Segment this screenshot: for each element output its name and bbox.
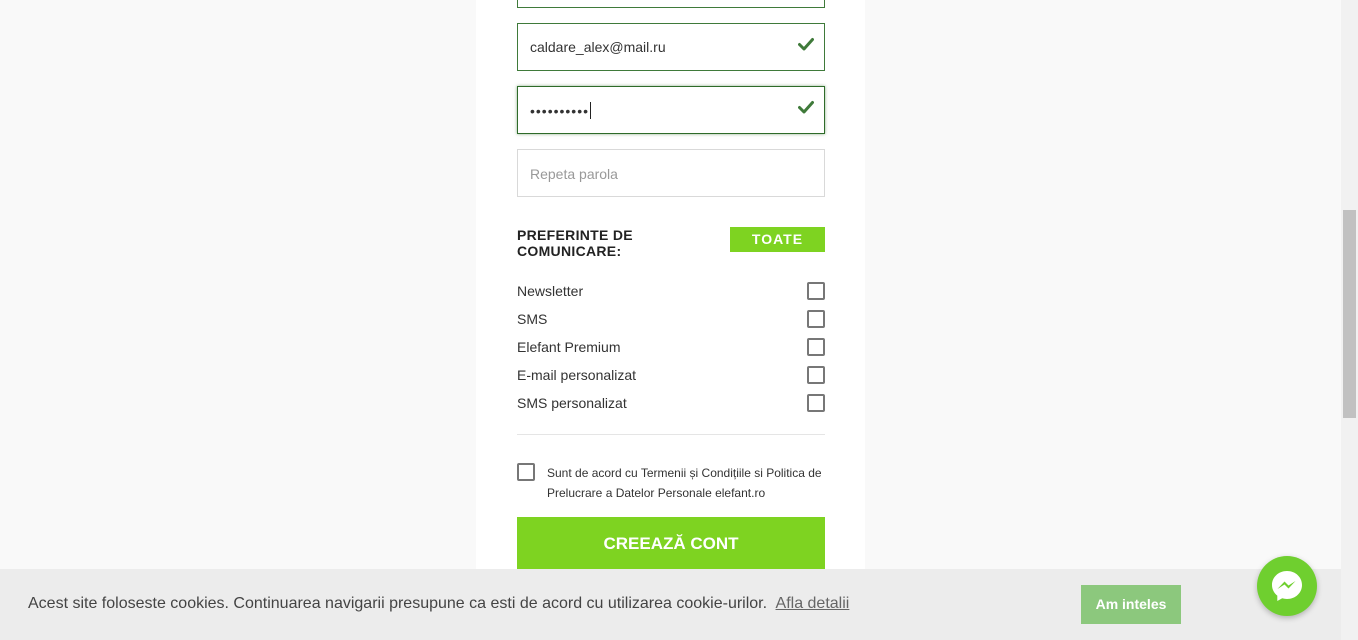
sms-checkbox[interactable] [807, 310, 825, 328]
repeat-password-placeholder: Repeta parola [530, 166, 618, 182]
scrollbar-thumb[interactable] [1343, 210, 1356, 418]
pref-label: Elefant Premium [517, 339, 621, 355]
cookie-bar: Acest site foloseste cookies. Continuare… [0, 569, 1341, 640]
cookie-text: Acest site foloseste cookies. Continuare… [28, 595, 768, 612]
newsletter-checkbox[interactable] [807, 282, 825, 300]
messenger-button[interactable] [1257, 556, 1317, 616]
preferences-title: PREFERINTE DE COMUNICARE: [517, 227, 633, 259]
pref-row-sms-personalizat: SMS personalizat [517, 393, 825, 413]
terms-checkbox[interactable] [517, 463, 535, 481]
pref-label: Newsletter [517, 283, 584, 299]
pref-label: SMS [517, 311, 548, 327]
pref-row-sms: SMS [517, 309, 825, 329]
email-field[interactable]: caldare_alex@mail.ru [517, 23, 825, 71]
elefant-premium-checkbox[interactable] [807, 338, 825, 356]
cookie-message: Acest site foloseste cookies. Continuare… [28, 595, 849, 613]
check-icon [798, 38, 814, 51]
sms-personalizat-checkbox[interactable] [807, 394, 825, 412]
password-field[interactable]: •••••••••• [517, 86, 825, 134]
repeat-password-field[interactable]: Repeta parola [517, 149, 825, 197]
cookie-accept-button[interactable]: Am inteles [1081, 585, 1181, 624]
create-account-button[interactable]: CREEAZĂ CONT [517, 517, 825, 569]
pref-label: E-mail personalizat [517, 367, 637, 383]
password-value: •••••••••• [530, 102, 592, 119]
divider [517, 434, 825, 435]
pref-row-newsletter: Newsletter [517, 281, 825, 301]
name-field[interactable] [517, 0, 825, 8]
pref-row-elefant-premium: Elefant Premium [517, 337, 825, 357]
terms-text[interactable]: Sunt de acord cu Termenii și Condițiile … [547, 463, 827, 503]
select-all-button[interactable]: TOATE [730, 227, 825, 252]
cookie-details-link[interactable]: Afla detalii [776, 595, 850, 612]
email-value: caldare_alex@mail.ru [530, 39, 666, 55]
pref-label: SMS personalizat [517, 395, 627, 411]
scrollbar[interactable] [1341, 0, 1358, 640]
check-icon [798, 101, 814, 114]
messenger-icon [1272, 571, 1302, 601]
email-personalizat-checkbox[interactable] [807, 366, 825, 384]
pref-row-email-personalizat: E-mail personalizat [517, 365, 825, 385]
